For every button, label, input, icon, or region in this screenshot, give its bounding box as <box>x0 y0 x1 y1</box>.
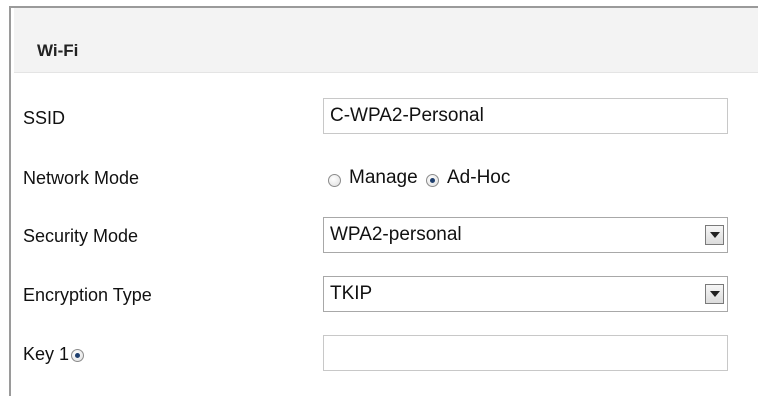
section-title: Wi-Fi <box>37 41 79 60</box>
section-header <box>14 8 758 73</box>
network-mode-label: Network Mode <box>23 168 140 188</box>
encryption-type-label: Encryption Type <box>23 285 152 305</box>
key1-radio[interactable] <box>71 349 84 362</box>
adhoc-radio-label: Ad-Hoc <box>447 167 511 188</box>
security-mode-select[interactable]: WPA2-personal <box>323 217 728 253</box>
encryption-type-value: TKIP <box>330 283 373 304</box>
manage-radio[interactable] <box>328 174 341 187</box>
manage-radio-label: Manage <box>349 167 418 188</box>
key1-label: Key 1 <box>23 344 70 364</box>
adhoc-radio[interactable] <box>426 174 439 187</box>
chevron-down-icon[interactable] <box>705 225 724 245</box>
key1-input[interactable] <box>323 335 728 371</box>
security-mode-label: Security Mode <box>23 226 139 246</box>
security-mode-value: WPA2-personal <box>330 224 462 245</box>
encryption-type-select[interactable]: TKIP <box>323 276 728 312</box>
ssid-input[interactable] <box>323 98 728 134</box>
ssid-label: SSID <box>23 108 66 128</box>
chevron-down-icon[interactable] <box>705 284 724 304</box>
